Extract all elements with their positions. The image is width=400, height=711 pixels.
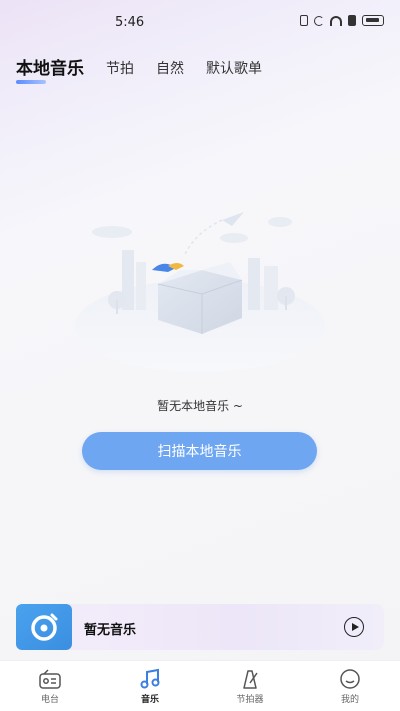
mini-player[interactable]: 暂无音乐: [16, 604, 384, 650]
player-title: 暂无音乐: [84, 623, 137, 638]
battery-icon: [362, 15, 384, 26]
wifi-icon: [330, 15, 342, 26]
nav-music[interactable]: 音乐: [100, 661, 200, 711]
nav-label-metronome: 节拍器: [236, 695, 264, 705]
status-time: 5:46: [115, 15, 145, 30]
scan-local-music-button[interactable]: 扫描本地音乐: [82, 432, 317, 470]
nav-mine[interactable]: 我的: [300, 661, 400, 711]
bottom-nav: 电台 音乐 节拍器 我的: [0, 660, 400, 711]
tab-local-music[interactable]: 本地音乐: [16, 54, 84, 84]
nav-metronome[interactable]: 节拍器: [200, 661, 300, 711]
nfc-icon: [314, 15, 324, 26]
sim-icon: [300, 15, 308, 26]
status-icons: [300, 15, 384, 26]
player-cover: [16, 604, 72, 650]
status-bar: 5:46: [0, 0, 400, 46]
nav-label-mine: 我的: [340, 695, 359, 705]
metronome-icon: [243, 670, 258, 689]
smile-face-icon: [340, 669, 360, 689]
radio-icon: [39, 669, 61, 689]
empty-message: 暂无本地音乐 ~: [157, 399, 243, 413]
tab-active-indicator: [16, 80, 46, 84]
tab-nature[interactable]: 自然: [156, 58, 184, 78]
play-button[interactable]: [344, 617, 364, 637]
tab-default-playlist[interactable]: 默认歌单: [206, 58, 262, 78]
nav-label-music: 音乐: [140, 695, 159, 705]
empty-illustration: [75, 212, 325, 372]
music-note-icon: [140, 668, 160, 689]
signal-icon: [348, 15, 356, 26]
nav-label-radio: 电台: [40, 695, 59, 705]
tab-beat[interactable]: 节拍: [106, 58, 134, 78]
music-disc-icon: [31, 613, 58, 641]
tab-label: 本地音乐: [16, 59, 84, 79]
top-tabs: 本地音乐 节拍 自然 默认歌单: [16, 54, 284, 84]
nav-radio[interactable]: 电台: [0, 661, 100, 711]
play-icon: [351, 623, 359, 631]
